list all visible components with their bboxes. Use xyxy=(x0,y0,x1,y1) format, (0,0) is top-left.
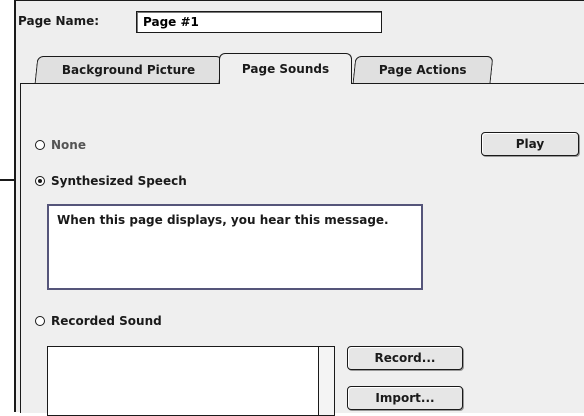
speech-text-area[interactable]: When this page displays, you hear this m… xyxy=(47,204,423,290)
tab-label: Page Sounds xyxy=(241,62,330,76)
radio-label: None xyxy=(51,138,86,152)
record-button[interactable]: Record... xyxy=(347,346,463,370)
tab-label: Background Picture xyxy=(61,63,196,77)
radio-option-none[interactable]: None xyxy=(35,138,86,152)
play-button[interactable]: Play xyxy=(481,132,579,156)
recorded-sound-list[interactable] xyxy=(47,346,335,416)
sound-list-scrollbar[interactable] xyxy=(318,347,334,415)
radio-button-icon[interactable] xyxy=(35,140,45,150)
radio-button-icon[interactable] xyxy=(35,316,45,326)
tab-page-actions[interactable]: Page Actions xyxy=(352,56,494,83)
radio-option-synthesized-speech[interactable]: Synthesized Speech xyxy=(35,174,187,188)
page-sounds-panel: None Play Synthesized Speech When this p… xyxy=(20,83,584,416)
radio-label: Synthesized Speech xyxy=(51,174,187,188)
radio-button-selected-icon[interactable] xyxy=(35,176,45,186)
tab-page-sounds[interactable]: Page Sounds xyxy=(219,53,352,84)
radio-option-recorded-sound[interactable]: Recorded Sound xyxy=(35,314,162,328)
page-name-field[interactable] xyxy=(136,11,382,33)
import-button[interactable]: Import... xyxy=(347,386,463,410)
tab-label: Page Actions xyxy=(379,63,467,77)
tab-background-picture[interactable]: Background Picture xyxy=(34,56,223,83)
page-name-label: Page Name: xyxy=(18,14,100,28)
page-properties-window: Page Name: Background Picture Page Actio… xyxy=(14,0,584,416)
radio-label: Recorded Sound xyxy=(51,314,162,328)
